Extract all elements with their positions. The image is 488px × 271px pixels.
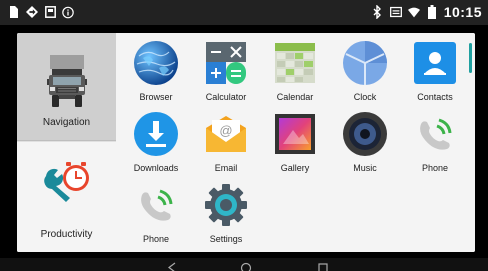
globe-icon: [132, 39, 180, 87]
calendar-icon: [271, 39, 319, 87]
bluetooth-icon: [372, 5, 384, 19]
category-label: Productivity: [40, 229, 93, 240]
category-label: Navigation: [42, 117, 91, 128]
app-phone[interactable]: Phone: [403, 110, 467, 176]
navigation-bar: [0, 258, 488, 271]
clock-time: 10:15: [443, 4, 482, 20]
app-label: Downloads: [133, 163, 179, 173]
category-productivity[interactable]: Productivity: [17, 142, 116, 252]
gallery-icon: [271, 110, 319, 158]
category-navigation[interactable]: Navigation: [17, 33, 116, 141]
app-label: Clock: [353, 92, 377, 102]
app-drawer: Navigation Productivity Browser Calculat…: [17, 33, 475, 252]
app-label: Music: [353, 163, 377, 173]
phone-icon: [132, 181, 180, 229]
app-grid: Browser Calculator Calendar Clock Contac…: [117, 33, 475, 252]
truck-icon: [47, 55, 87, 112]
app-browser[interactable]: Browser: [124, 39, 188, 105]
app-calendar[interactable]: Calendar: [263, 39, 327, 105]
download-icon: [132, 110, 180, 158]
app-gallery[interactable]: Gallery: [263, 110, 327, 176]
phone-icon: [411, 110, 459, 158]
app-label: Settings: [209, 234, 243, 244]
speaker-icon: [341, 110, 389, 158]
gear-icon: [202, 181, 250, 229]
info-icon: [62, 5, 74, 19]
email-icon: @: [202, 110, 250, 158]
sd-card-icon: [44, 5, 56, 19]
svg-text:@: @: [219, 123, 232, 138]
sim-icon: [8, 5, 20, 19]
calculator-icon: [202, 39, 250, 87]
cast-icon: [389, 5, 402, 19]
app-downloads[interactable]: Downloads: [124, 110, 188, 176]
app-music[interactable]: Music: [333, 110, 397, 176]
app-settings[interactable]: Settings: [194, 181, 258, 247]
app-calculator[interactable]: Calculator: [194, 39, 258, 105]
status-bar: 10:15: [0, 0, 488, 25]
recents-icon[interactable]: [318, 260, 330, 271]
app-label: Calculator: [205, 92, 247, 102]
clock-icon: [341, 39, 389, 87]
app-phone[interactable]: Phone: [124, 181, 188, 247]
contacts-icon: [411, 39, 459, 87]
app-clock[interactable]: Clock: [333, 39, 397, 105]
launcher-screen: 10:15 Navigation Productivity Browser Ca…: [0, 0, 488, 271]
app-label: Browser: [139, 92, 173, 102]
app-label: Email: [214, 163, 238, 173]
app-label: Contacts: [417, 92, 453, 102]
back-icon[interactable]: [167, 260, 179, 271]
battery-icon: [426, 5, 438, 19]
app-label: Phone: [421, 163, 449, 173]
app-label: Phone: [142, 234, 170, 244]
wrench-clock-icon: [42, 162, 94, 209]
app-label: Calendar: [276, 92, 314, 102]
wifi-icon: [407, 5, 420, 19]
home-icon[interactable]: [240, 260, 252, 271]
scroll-indicator[interactable]: [469, 43, 472, 73]
app-label: Gallery: [280, 163, 310, 173]
app-contacts[interactable]: Contacts: [403, 39, 467, 105]
category-sidebar: Navigation Productivity: [17, 33, 116, 252]
app-email[interactable]: @ Email: [194, 110, 258, 176]
navigation-arrow-icon: [26, 5, 38, 19]
